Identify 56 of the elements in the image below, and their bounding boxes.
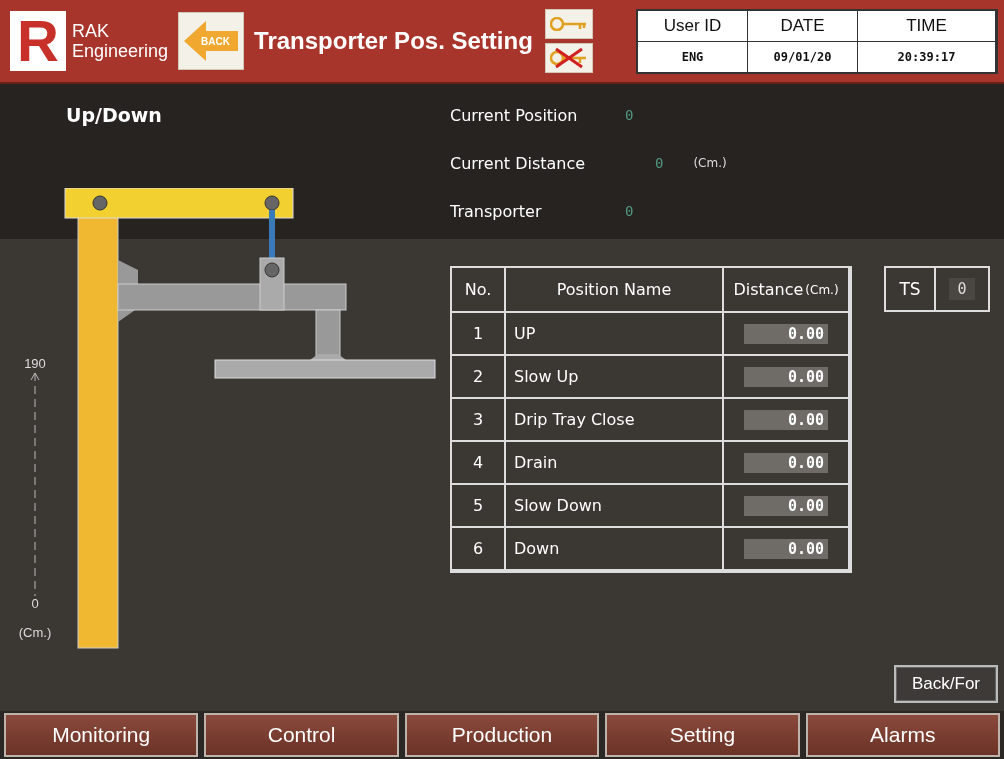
column-header: Position Name xyxy=(506,268,724,313)
table-header: User ID xyxy=(638,10,748,42)
ts-label: TS xyxy=(886,268,936,310)
nav-button[interactable]: Alarms xyxy=(805,713,1000,757)
reading-value: 0 xyxy=(625,203,634,219)
table-cell: 09/01/20 xyxy=(748,41,858,72)
nav-button[interactable]: Monitoring xyxy=(4,713,199,757)
reading-label: Current Distance xyxy=(450,153,587,173)
screen-title: Transporter Pos. Setting xyxy=(254,27,533,55)
row-number: 3 xyxy=(452,399,506,442)
distance-field[interactable]: 0.00 xyxy=(744,409,828,430)
distance-field[interactable]: 0.00 xyxy=(744,366,828,387)
scale-unit: (Cm.) xyxy=(18,625,52,640)
position-name: Drip Tray Close xyxy=(506,399,724,442)
scale-max-label: 190 xyxy=(24,356,46,371)
unit-label: (Cm.) xyxy=(805,282,839,297)
table-header: DATE xyxy=(748,10,858,42)
reading-label: Current Position xyxy=(450,105,579,125)
company-name: Engineering xyxy=(72,41,169,61)
distance-field[interactable]: 0.00 xyxy=(744,452,828,473)
unit-label: (Cm.) xyxy=(693,156,727,170)
row-number: 6 xyxy=(452,528,506,571)
table-cell: ENG xyxy=(638,41,748,72)
login-button[interactable] xyxy=(544,9,593,39)
distance-field[interactable]: 0.00 xyxy=(744,495,828,516)
row-number: 1 xyxy=(452,313,506,356)
row-number: 2 xyxy=(452,356,506,399)
table-header: TIME xyxy=(858,10,996,42)
position-name: UP xyxy=(506,313,724,356)
back-for-button[interactable]: Back/For xyxy=(894,665,998,703)
reading-value: 0 xyxy=(655,155,664,171)
column-title: Distance xyxy=(733,280,804,299)
nav-button[interactable]: Production xyxy=(404,713,600,757)
key-icon xyxy=(549,17,588,31)
row-number: 4 xyxy=(452,442,506,485)
distance-field[interactable]: 0.00 xyxy=(744,323,828,344)
section-title: Up/Down xyxy=(66,104,163,128)
reading-value: 0 xyxy=(625,107,634,123)
scale-min-label: 0 xyxy=(31,596,39,611)
nav-button[interactable]: Setting xyxy=(605,713,800,757)
ts-value: 0 xyxy=(949,278,975,300)
position-name: Drain xyxy=(506,442,724,485)
distance-field[interactable]: 0.00 xyxy=(744,538,828,559)
logout-button[interactable] xyxy=(544,43,593,73)
table-cell: 20:39:17 xyxy=(858,41,996,72)
arrow-left-icon xyxy=(182,19,241,63)
row-number: 5 xyxy=(452,485,506,528)
position-name: Slow Down xyxy=(506,485,724,528)
column-header: No. xyxy=(452,268,506,313)
logo: R xyxy=(10,11,66,71)
nav-button[interactable]: Control xyxy=(204,713,399,757)
company-name: RAK xyxy=(72,21,110,41)
reading-label: Transporter xyxy=(450,201,543,221)
position-name: Slow Up xyxy=(506,356,724,399)
key-cross-icon xyxy=(549,47,588,69)
position-name: Down xyxy=(506,528,724,571)
